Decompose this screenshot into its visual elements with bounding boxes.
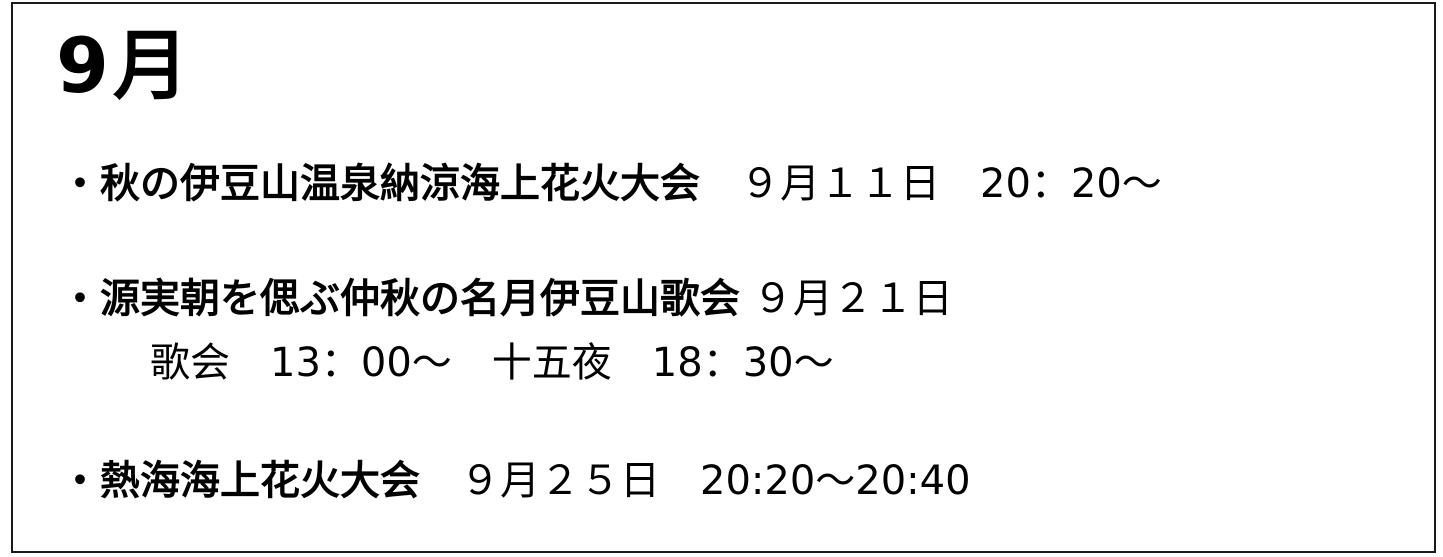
bullet: ・	[60, 276, 100, 322]
event-name: 熱海海上花火大会	[100, 458, 420, 504]
event-name: 秋の伊豆山温泉納涼海上花火大会	[100, 161, 700, 207]
bullet: ・	[60, 161, 100, 207]
bullet: ・	[60, 458, 100, 504]
event-date-time: ９月２５日 20:20～20:40	[420, 458, 971, 504]
event-name: 源実朝を偲ぶ仲秋の名月伊豆山歌会	[100, 276, 740, 322]
event-date: ９月２１日	[740, 276, 953, 322]
event-item: ・源実朝を偲ぶ仲秋の名月伊豆山歌会 ９月２１日	[60, 275, 953, 323]
month-title: 9月	[56, 21, 193, 110]
event-date-time: ９月１１日 20：20～	[700, 161, 1162, 207]
event-item: ・熱海海上花火大会 ９月２５日 20:20～20:40	[60, 457, 971, 505]
event-sub-schedule: 歌会 13：00～ 十五夜 18：30～	[150, 340, 834, 386]
event-item: ・秋の伊豆山温泉納涼海上花火大会 ９月１１日 20：20～	[60, 160, 1162, 208]
